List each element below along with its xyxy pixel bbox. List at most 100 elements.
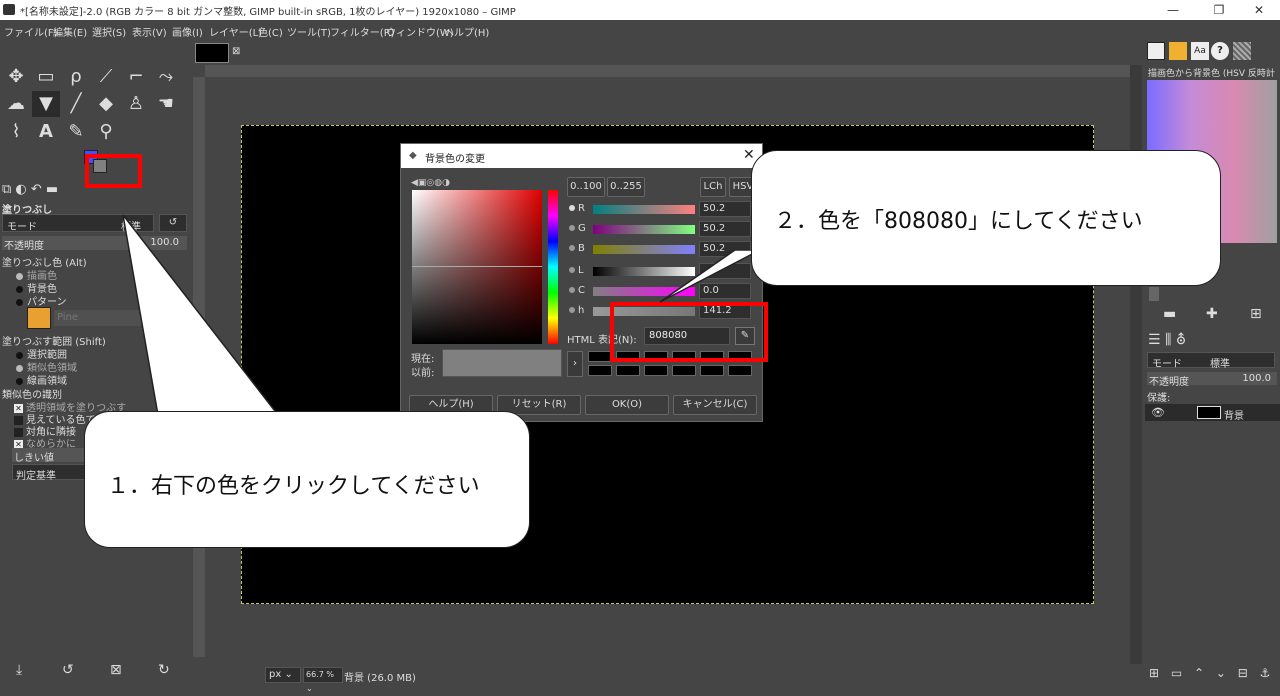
highlight-box-html-input — [610, 302, 768, 362]
visibility-icon[interactable]: 👁 — [1151, 406, 1165, 419]
zoom-tool-icon[interactable]: ⚲ — [92, 119, 120, 145]
move-tool-icon[interactable]: ✥ — [2, 64, 30, 90]
menu-bar: ファイル(F) 編集(E) 選択(S) 表示(V) 画像(I) レイヤー(L) … — [0, 20, 1280, 40]
warp-tool-icon[interactable]: ☁ — [2, 91, 30, 117]
channel-r-radio[interactable]: R — [569, 203, 585, 214]
history-swatch[interactable] — [700, 365, 724, 376]
channel-label: L — [578, 265, 584, 276]
callout-step1: １．右下の色をクリックしてください — [84, 411, 530, 548]
close-button[interactable]: ✕ — [1236, 0, 1280, 20]
channel-g-value[interactable]: 50.2 — [699, 221, 751, 237]
help-tab-icon[interactable]: ? — [1211, 42, 1229, 60]
highlight-box-bg-color — [85, 154, 142, 188]
rect-select-tool-icon[interactable]: ▭ — [32, 64, 60, 90]
restore-options-icon[interactable]: ↺ — [62, 662, 78, 678]
lasso-tool-icon[interactable]: ρ — [62, 64, 90, 90]
gradient-scroll-handle[interactable] — [1149, 287, 1159, 301]
menu-colors[interactable]: 色(C) — [258, 24, 283, 39]
minimize-button[interactable]: — — [1150, 0, 1196, 20]
color-square[interactable] — [412, 190, 542, 344]
status-bar: px ⌄ 66.7 % ⌄ 背景 (26.0 MB) — [193, 664, 1144, 693]
menu-file[interactable]: ファイル(F) — [4, 24, 58, 39]
gimp-app-icon — [3, 4, 15, 15]
history-swatch[interactable] — [672, 365, 696, 376]
lch-button[interactable]: LCh — [700, 177, 726, 197]
image-tab-close-icon[interactable]: ⊠ — [232, 46, 240, 57]
layer-mode-select[interactable]: モード 標準 — [1147, 352, 1275, 370]
cancel-button[interactable]: キャンセル(C) — [673, 395, 757, 415]
paths-tool-icon[interactable]: ⌇ — [2, 119, 30, 145]
history-arrow-button[interactable]: › — [567, 351, 583, 377]
document-tab-icon[interactable] — [1233, 42, 1251, 60]
dialog-icon: ◆ — [409, 150, 417, 161]
menu-filters[interactable]: フィルター(R) — [330, 24, 395, 39]
channel-label: C — [578, 285, 585, 296]
paintbrush-tool-icon[interactable]: ╱ — [62, 91, 90, 117]
unit-select[interactable]: px ⌄ — [265, 667, 301, 683]
callout-step1-text: １．右下の色をクリックしてください — [107, 474, 480, 499]
history-swatch[interactable] — [728, 365, 752, 376]
callout-1-pointer — [122, 214, 280, 416]
brush-tab-icon[interactable] — [1147, 42, 1165, 60]
menu-image[interactable]: 画像(I) — [172, 24, 203, 39]
channel-r-value[interactable]: 50.2 — [699, 201, 751, 217]
dialog-close-icon[interactable]: ✕ — [743, 147, 755, 163]
menu-help[interactable]: ヘルプ(H) — [444, 24, 489, 39]
channel-r-slider[interactable] — [593, 205, 695, 214]
history-swatch[interactable] — [588, 365, 612, 376]
channel-b-radio[interactable]: B — [569, 243, 585, 254]
range-0-100-button[interactable]: 0..100 — [567, 177, 605, 197]
history-swatch[interactable] — [588, 351, 612, 362]
font-tab-icon[interactable]: Aa — [1191, 42, 1209, 60]
criterion-label: 判定基準 — [16, 471, 56, 482]
zoom-select[interactable]: 66.7 % ⌄ — [303, 667, 343, 693]
layer-actions-icons[interactable]: ⊞ ▭ ⌃ ⌄ ⊟ ⚓ ✂ — [1149, 666, 1280, 680]
image-tab-thumbnail[interactable] — [195, 43, 229, 63]
horizontal-ruler — [205, 65, 1132, 77]
save-options-icon[interactable]: ⤓ — [16, 662, 32, 678]
pattern-preview[interactable] — [27, 307, 51, 329]
layer-row[interactable]: 👁 背景 — [1145, 404, 1280, 422]
bucket-fill-tool-icon[interactable]: ▼ — [32, 91, 60, 117]
range-0-255-button[interactable]: 0..255 — [607, 177, 645, 197]
area-option-lineart[interactable]: 線画領域 — [2, 372, 67, 387]
channel-c-radio[interactable]: C — [569, 285, 585, 296]
eraser-tool-icon[interactable]: ◆ — [92, 91, 120, 117]
ok-button[interactable]: OK(O) — [585, 395, 669, 415]
menu-layer[interactable]: レイヤー(L) — [209, 24, 262, 39]
channel-h-radio[interactable]: h — [569, 305, 584, 316]
menu-select[interactable]: 選択(S) — [92, 24, 126, 39]
smudge-tool-icon[interactable]: ☚ — [152, 91, 180, 117]
fit-icon[interactable]: ⊞ — [1250, 306, 1262, 322]
channel-l-radio[interactable]: L — [569, 265, 584, 276]
menu-edit[interactable]: 編集(E) — [53, 24, 87, 39]
layers-tab-icon[interactable]: ☰ ⫼ ⛢ — [1148, 332, 1186, 348]
history-swatch[interactable] — [616, 365, 640, 376]
channel-g-slider[interactable] — [593, 225, 695, 234]
color-picker-tool-icon[interactable]: ✎ — [62, 119, 90, 145]
zoom-out-icon[interactable]: ▬ — [1163, 306, 1176, 322]
pattern-tab-icon[interactable] — [1169, 42, 1187, 60]
menu-view[interactable]: 表示(V) — [132, 24, 167, 39]
delete-options-icon[interactable]: ⊠ — [110, 662, 126, 678]
crop-tool-icon[interactable]: ⌐ — [122, 64, 150, 90]
selector-tabs[interactable]: ◀▣◎◍◑ — [411, 178, 471, 188]
previous-label: 以前: — [411, 368, 435, 379]
text-tool-icon[interactable]: A — [32, 119, 60, 145]
reset-options-icon[interactable]: ↻ — [158, 662, 174, 678]
clone-tool-icon[interactable]: ♙ — [122, 91, 150, 117]
channel-g-radio[interactable]: G — [569, 223, 586, 234]
layer-opacity-slider[interactable]: 不透明度 100.0 — [1147, 372, 1277, 388]
history-swatch[interactable] — [644, 365, 668, 376]
fill-option-pattern[interactable]: パターン — [2, 293, 67, 308]
zoom-in-icon[interactable]: ✚ — [1206, 306, 1218, 322]
fuzzy-select-tool-icon[interactable]: ⟋ — [92, 64, 120, 90]
hue-strip[interactable] — [548, 190, 558, 344]
window-title: *[名称未設定]-2.0 (RGB カラー 8 bit ガンマ整数, GIMP … — [20, 7, 516, 18]
dock-tabs[interactable]: ⧉ ◐ ↶ ▬ — [2, 182, 87, 200]
transform-tool-icon[interactable]: ⤳ — [152, 64, 180, 90]
layer-mode-label: モード — [1152, 359, 1182, 370]
menu-tools[interactable]: ツール(T) — [287, 24, 331, 39]
layer-name: 背景 — [1224, 411, 1244, 422]
opacity-label: 不透明度 — [4, 241, 44, 252]
